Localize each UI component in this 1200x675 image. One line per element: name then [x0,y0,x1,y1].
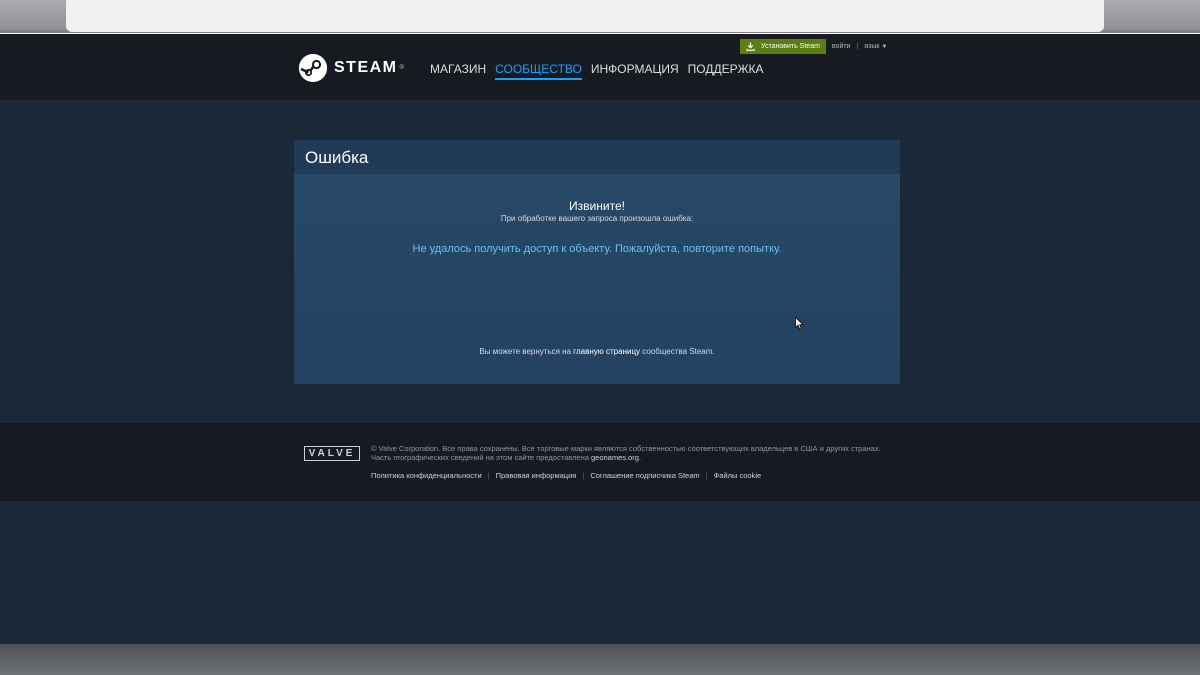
return-notice: Вы можете вернуться на главную страницу … [294,347,900,356]
caret-down-icon: ▼ [881,44,888,50]
nav-item-support[interactable]: ПОДДЕРЖКА [688,62,764,80]
footer-legal: © Valve Corporation. Все права сохранены… [371,444,911,462]
error-subtitle: При обработке вашего запроса произошла о… [500,214,694,223]
browser-address-area [66,0,1104,32]
footer-separator: | [582,471,585,480]
error-panel: Ошибка Извините! При обработке вашего за… [293,139,901,385]
nav-item-store[interactable]: МАГАЗИН [430,62,486,80]
nav-item-community[interactable]: СООБЩЕСТВО [495,62,582,80]
error-sorry-heading: Извините! [569,199,625,213]
return-prefix: Вы можете вернуться на [479,347,574,356]
return-suffix: сообщества Steam. [640,347,715,356]
install-steam-button[interactable]: Установить Steam [740,39,826,54]
page-viewport: STEAM ® МАГАЗИН СООБЩЕСТВО ИНФОРМАЦИЯ ПО… [0,34,1200,645]
browser-chrome-top [0,0,1200,32]
download-icon [746,42,755,51]
legal-line-2-suffix: . [638,453,642,462]
browser-chrome-bottom [0,644,1200,675]
steam-logo-icon [299,54,327,82]
legal-info-link[interactable]: Правовая информация [496,471,577,480]
footer: VALVE © Valve Corporation. Все права сох… [0,423,1200,501]
community-home-link[interactable]: главную страницу [573,347,640,356]
legal-line-1: © Valve Corporation. Все права сохранены… [371,444,881,453]
steam-logo-registered: ® [399,65,404,71]
error-body: Извините! При обработке вашего запроса п… [294,174,900,384]
global-actions: Установить Steam войти | язык ▼ [740,39,887,54]
footer-links: Политика конфиденциальности | Правовая и… [371,471,761,480]
valve-logo[interactable]: VALVE [304,446,360,461]
mouse-cursor-icon [795,317,804,330]
legal-line-2: Часть географических сведений на этом са… [371,453,911,462]
main-nav: МАГАЗИН СООБЩЕСТВО ИНФОРМАЦИЯ ПОДДЕРЖКА [430,62,773,80]
header-separator: | [856,43,859,50]
steam-logo-text: STEAM [334,59,398,76]
nav-item-about[interactable]: ИНФОРМАЦИЯ [591,62,679,80]
language-pulldown[interactable]: язык ▼ [864,43,887,50]
language-label: язык [864,43,880,50]
cookies-link[interactable]: Файлы cookie [714,471,762,480]
install-steam-label: Установить Steam [761,43,820,50]
error-title: Ошибка [294,140,900,174]
geonames-link[interactable]: geonames.org [591,453,639,462]
global-header: STEAM ® МАГАЗИН СООБЩЕСТВО ИНФОРМАЦИЯ ПО… [0,34,1200,100]
footer-separator: | [487,471,490,480]
footer-separator: | [705,471,708,480]
subscriber-agreement-link[interactable]: Соглашение подписчика Steam [590,471,699,480]
login-link[interactable]: войти [832,43,851,50]
legal-line-2-prefix: Часть географических сведений на этом са… [371,453,591,462]
error-message: Не удалось получить доступ к объекту. По… [412,243,782,255]
privacy-policy-link[interactable]: Политика конфиденциальности [371,471,482,480]
steam-logo[interactable]: STEAM ® [299,54,404,82]
